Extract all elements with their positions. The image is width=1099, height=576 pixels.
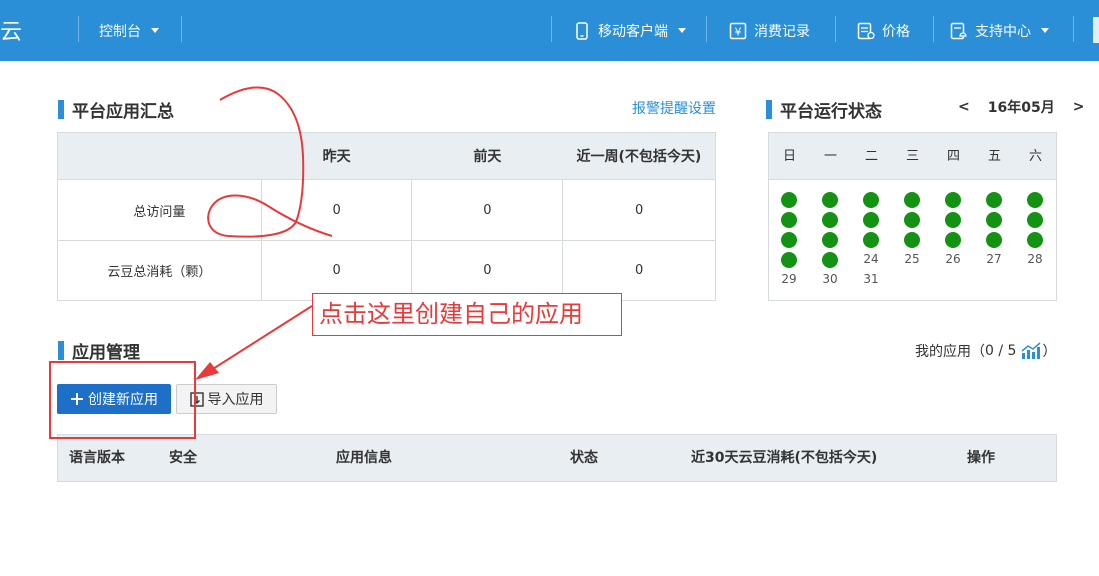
arrow-head: [195, 362, 219, 380]
annotation-scribble: [207, 86, 333, 238]
annotation-arrow: [204, 305, 313, 375]
annotation-overlay: [195, 86, 333, 380]
